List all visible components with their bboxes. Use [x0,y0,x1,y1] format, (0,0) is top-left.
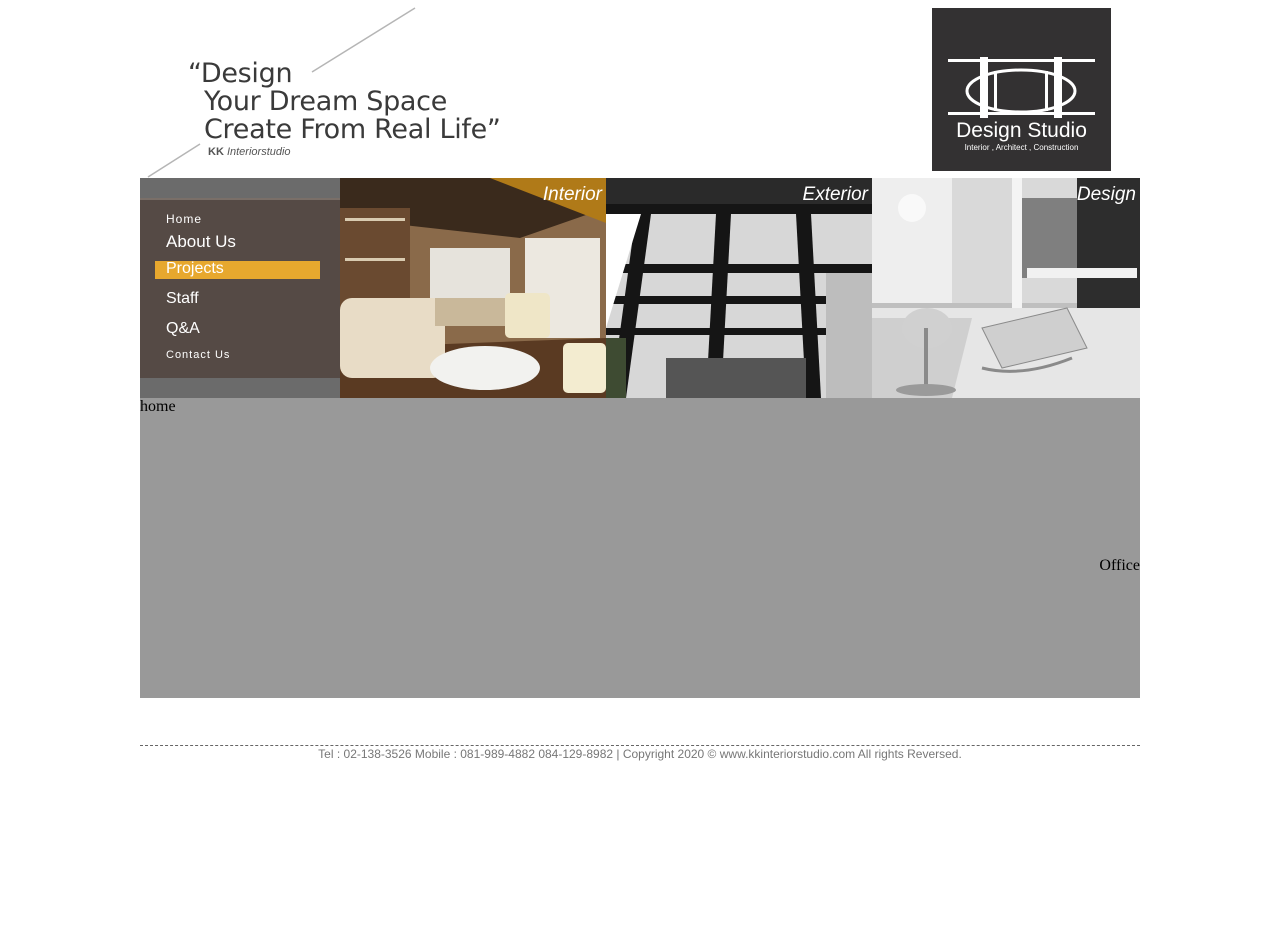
main-nav: Home About Us Projects Staff Q&A Contact… [140,178,340,398]
slogan-brand-rest: Interiorstudio [226,146,291,158]
footer-text: Tel : 02-138-3526 Mobile : 081-989-4882 … [318,747,962,761]
exterior-photo[interactable]: Exterior [606,178,872,398]
design-studio-logo[interactable]: Design Studio Interior , Architect , Con… [932,8,1111,171]
banner: Home About Us Projects Staff Q&A Contact… [140,178,1140,398]
slogan-brand-bold: KK [208,146,224,158]
nav-item-qa[interactable]: Q&A [166,320,200,338]
nav-panel: Home About Us Projects Staff Q&A Contact… [140,198,340,378]
slogan-brand: KK Interiorstudio [208,146,291,158]
content-office-text: Office [1099,557,1140,574]
slogan-line-1: “Design [188,58,293,89]
slogan-graphic: “Design Your Dream Space Create From Rea… [140,0,560,178]
exterior-caption: Exterior [802,184,868,205]
design-caption: Design [1076,184,1136,205]
interior-caption: Interior [542,184,602,205]
exterior-photo-image [606,178,872,398]
logo-tagline: Interior , Architect , Construction [964,143,1079,152]
design-photo[interactable]: Design [872,178,1140,398]
footer-divider [140,745,1140,746]
design-photo-image [872,178,1140,398]
slogan-line-2: Your Dream Space [204,86,448,117]
logo-name: Design Studio [956,119,1087,142]
slogan-line-3: Create From Real Life” [204,114,501,145]
interior-photo-image [340,178,606,398]
nav-item-home[interactable]: Home [166,212,202,226]
page: “Design Your Dream Space Create From Rea… [140,0,1140,928]
main-content: home Office [140,398,1140,698]
nav-item-about-us[interactable]: About Us [166,232,236,252]
content-home-text: home [140,398,176,415]
logo-mark-icon [948,57,1095,118]
nav-item-staff[interactable]: Staff [166,290,199,308]
nav-item-contact-us[interactable]: Contact Us [166,349,230,361]
interior-photo[interactable]: Interior [340,178,606,398]
nav-item-projects[interactable]: Projects [166,260,224,278]
header: “Design Your Dream Space Create From Rea… [140,0,1140,178]
